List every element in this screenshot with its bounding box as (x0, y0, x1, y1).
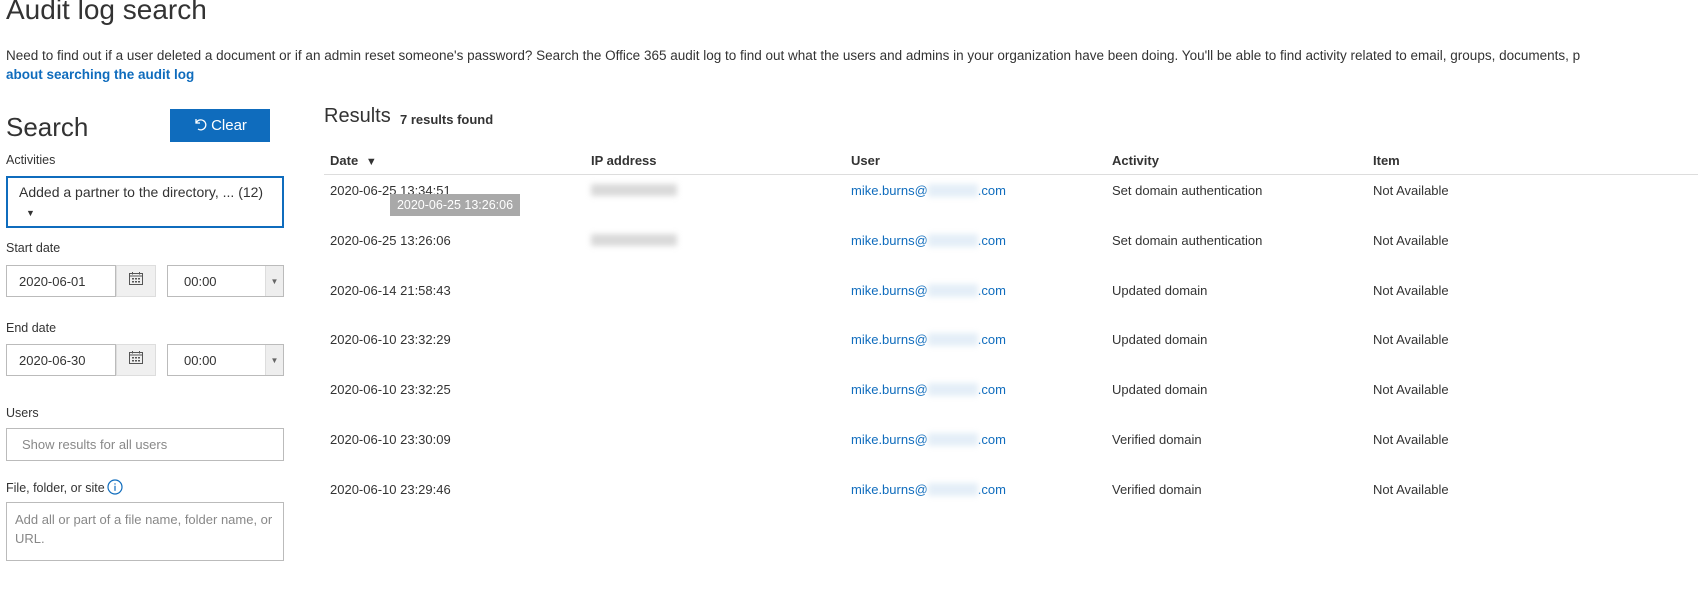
date-tooltip: 2020-06-25 13:26:06 (390, 194, 520, 216)
cell-date: 2020-06-10 23:32:29 (330, 332, 451, 347)
activities-label: Activities (6, 153, 56, 167)
cell-item: Not Available (1373, 482, 1449, 497)
table-row[interactable]: 2020-06-10 23:29:46 mike.burns@ .com Veri… (0, 482, 1698, 502)
table-row[interactable]: 2020-06-10 23:32:25 mike.burns@ .com Upda… (0, 382, 1698, 402)
end-time-value: 00:00 (184, 353, 217, 368)
cell-activity: Verified domain (1112, 432, 1202, 447)
cell-item: Not Available (1373, 233, 1449, 248)
cell-activity: Updated domain (1112, 283, 1208, 298)
cell-user[interactable]: mike.burns@ .com (851, 332, 1006, 347)
cell-date: 2020-06-10 23:29:46 (330, 482, 451, 497)
cell-activity: Set domain authentication (1112, 183, 1263, 198)
cell-user[interactable]: mike.burns@ .com (851, 432, 1006, 447)
sort-descending-icon: ▼ (365, 156, 377, 168)
cell-date: 2020-06-10 23:30:09 (330, 432, 451, 447)
cell-item: Not Available (1373, 183, 1449, 198)
search-heading: Search (6, 112, 89, 142)
cell-activity: Updated domain (1112, 382, 1208, 397)
column-header-date[interactable]: Date ▼ (330, 153, 377, 168)
column-header-user[interactable]: User (851, 153, 880, 168)
cell-user[interactable]: mike.burns@ .com (851, 482, 1006, 497)
cell-item: Not Available (1373, 332, 1449, 347)
results-heading: Results (324, 105, 391, 127)
table-row[interactable]: 2020-06-14 21:58:43 mike.burns@ .com Upda… (0, 283, 1698, 303)
cell-date: 2020-06-10 23:32:25 (330, 382, 451, 397)
column-header-activity[interactable]: Activity (1112, 153, 1159, 168)
cell-item: Not Available (1373, 382, 1449, 397)
cell-user[interactable]: mike.burns@ .com (851, 183, 1006, 198)
cell-item: Not Available (1373, 283, 1449, 298)
audit-log-help-link[interactable]: about searching the audit log (6, 67, 194, 82)
clear-button[interactable]: Clear (170, 109, 270, 142)
undo-icon (193, 117, 207, 135)
cell-user[interactable]: mike.burns@ .com (851, 283, 1006, 298)
intro-description: Need to find out if a user deleted a doc… (6, 48, 1581, 63)
chevron-down-icon: ▼ (26, 208, 35, 218)
table-row[interactable]: 2020-06-25 13:26:06 mike.burns@ .com Set … (0, 233, 1698, 253)
cell-activity: Set domain authentication (1112, 233, 1263, 248)
results-count: 7 results found (400, 112, 494, 127)
ip-address-redacted (591, 184, 677, 196)
cell-user[interactable]: mike.burns@ .com (851, 382, 1006, 397)
column-header-item[interactable]: Item (1373, 153, 1400, 168)
header-divider (324, 174, 1698, 175)
file-folder-site-input[interactable]: Add all or part of a file name, folder n… (6, 502, 284, 561)
users-label: Users (6, 406, 39, 420)
table-row[interactable]: 2020-06-25 13:34:51 mike.burns@ .com Set … (0, 183, 1698, 203)
table-row[interactable]: 2020-06-10 23:32:29 mike.burns@ .com Upda… (0, 332, 1698, 352)
cell-date: 2020-06-14 21:58:43 (330, 283, 451, 298)
cell-user[interactable]: mike.burns@ .com (851, 233, 1006, 248)
page-title: Audit log search (6, 0, 207, 25)
cell-activity: Updated domain (1112, 332, 1208, 347)
ip-address-redacted (591, 234, 677, 246)
calendar-icon (129, 351, 143, 369)
clear-label: Clear (211, 117, 247, 134)
table-row[interactable]: 2020-06-10 23:30:09 mike.burns@ .com Veri… (0, 432, 1698, 452)
cell-item: Not Available (1373, 432, 1449, 447)
cell-date: 2020-06-25 13:26:06 (330, 233, 451, 248)
cell-activity: Verified domain (1112, 482, 1202, 497)
intro-text: Need to find out if a user deleted a doc… (6, 46, 1698, 84)
column-header-ip-address[interactable]: IP address (591, 153, 657, 168)
